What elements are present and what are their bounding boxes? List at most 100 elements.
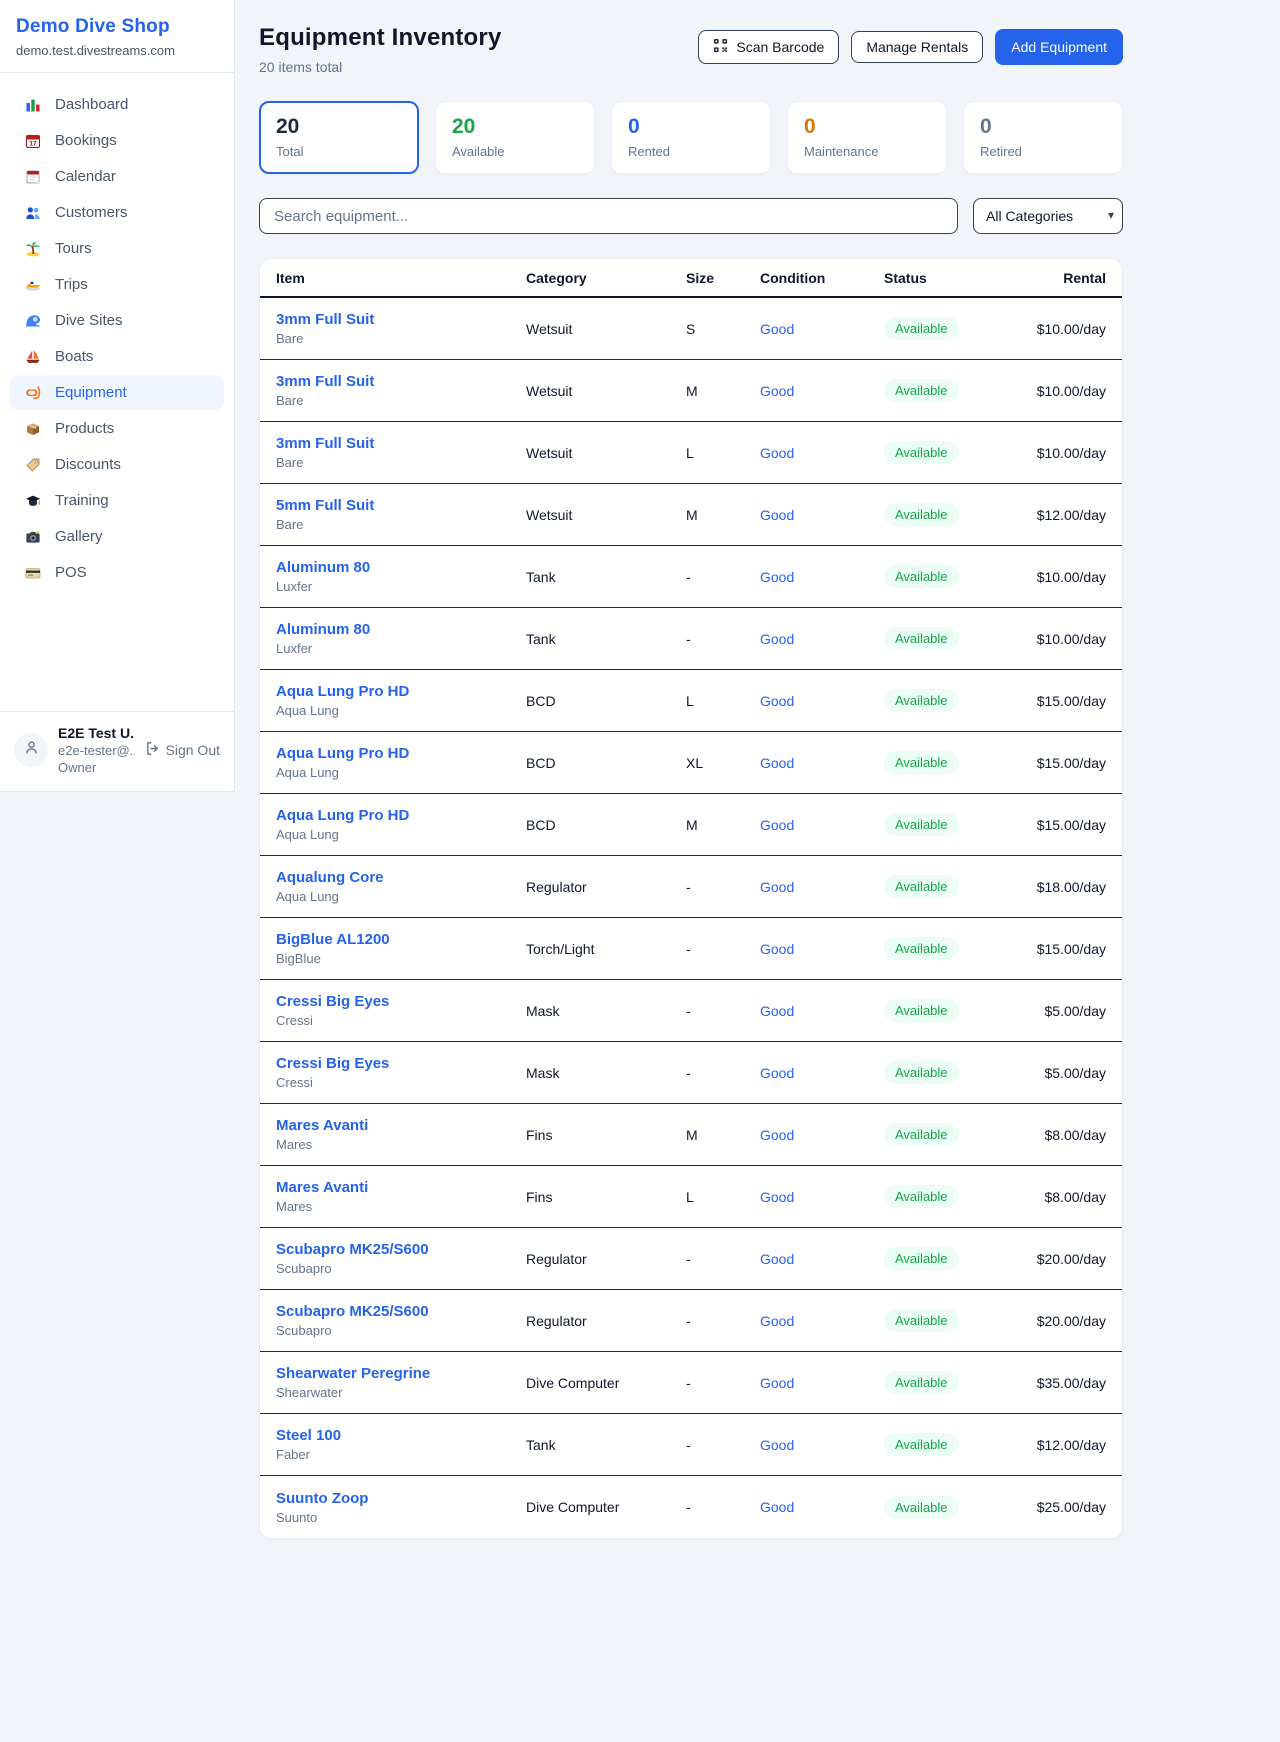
stat-card-available[interactable]: 20 Available <box>435 101 595 174</box>
sidebar-item-customers[interactable]: Customers <box>10 195 224 230</box>
brand-name[interactable]: Demo Dive Shop <box>16 16 218 38</box>
sidebar-item-tours[interactable]: Tours <box>10 231 224 266</box>
cell-rental: $12.00/day <box>1014 1437 1106 1453</box>
camera-icon <box>24 529 42 545</box>
add-equipment-button[interactable]: Add Equipment <box>995 29 1123 65</box>
item-link[interactable]: Steel 100 <box>276 1427 526 1444</box>
sailboat-icon <box>24 349 42 365</box>
sidebar-item-pos[interactable]: POS <box>10 555 224 590</box>
sidebar-item-gallery[interactable]: Gallery <box>10 519 224 554</box>
sidebar-item-discounts[interactable]: Discounts <box>10 447 224 482</box>
item-link[interactable]: Aqualung Core <box>276 869 526 886</box>
sidebar-item-dive-sites[interactable]: Dive Sites <box>10 303 224 338</box>
condition-link[interactable]: Good <box>760 1127 794 1143</box>
stat-label: Available <box>452 144 578 159</box>
condition-link[interactable]: Good <box>760 569 794 585</box>
cell-rental: $15.00/day <box>1014 755 1106 771</box>
table-row: Mares Avanti Mares Fins L Good Available… <box>260 1166 1122 1228</box>
item-link[interactable]: 3mm Full Suit <box>276 311 526 328</box>
tag-icon <box>24 457 42 473</box>
user-role: Owner <box>58 760 135 775</box>
condition-link[interactable]: Good <box>760 1437 794 1453</box>
item-link[interactable]: Scubapro MK25/S600 <box>276 1303 526 1320</box>
item-link[interactable]: Scubapro MK25/S600 <box>276 1241 526 1258</box>
item-link[interactable]: Aluminum 80 <box>276 621 526 638</box>
item-link[interactable]: Aqua Lung Pro HD <box>276 745 526 762</box>
table-row: Cressi Big Eyes Cressi Mask - Good Avail… <box>260 980 1122 1042</box>
manage-rentals-button[interactable]: Manage Rentals <box>851 31 983 63</box>
bar-chart-icon <box>24 97 42 113</box>
condition-link[interactable]: Good <box>760 1189 794 1205</box>
condition-link[interactable]: Good <box>760 383 794 399</box>
condition-link[interactable]: Good <box>760 1003 794 1019</box>
item-link[interactable]: Mares Avanti <box>276 1117 526 1134</box>
sidebar-item-calendar[interactable]: Calendar <box>10 159 224 194</box>
table-row: Cressi Big Eyes Cressi Mask - Good Avail… <box>260 1042 1122 1104</box>
sidebar-item-training[interactable]: Training <box>10 483 224 518</box>
sidebar-item-trips[interactable]: Trips <box>10 267 224 302</box>
cell-rental: $15.00/day <box>1014 817 1106 833</box>
cell-category: Tank <box>526 631 686 647</box>
item-link[interactable]: Aqua Lung Pro HD <box>276 683 526 700</box>
condition-link[interactable]: Good <box>760 1251 794 1267</box>
scan-barcode-label: Scan Barcode <box>736 39 824 55</box>
item-link[interactable]: Shearwater Peregrine <box>276 1365 526 1382</box>
item-brand: Scubapro <box>276 1323 526 1338</box>
status-badge: Available <box>884 441 959 464</box>
sidebar-item-dashboard[interactable]: Dashboard <box>10 87 224 122</box>
item-link[interactable]: 3mm Full Suit <box>276 435 526 452</box>
item-link[interactable]: BigBlue AL1200 <box>276 931 526 948</box>
sidebar-item-equipment[interactable]: Equipment <box>10 375 224 410</box>
brand-block: Demo Dive Shop demo.test.divestreams.com <box>0 0 234 73</box>
sidebar-item-label: Calendar <box>55 168 116 185</box>
condition-link[interactable]: Good <box>760 445 794 461</box>
table-body: 3mm Full Suit Bare Wetsuit S Good Availa… <box>260 298 1122 1538</box>
item-link[interactable]: Cressi Big Eyes <box>276 1055 526 1072</box>
dive-mask-icon <box>24 385 42 401</box>
header-actions: Scan Barcode Manage Rentals Add Equipmen… <box>698 29 1123 65</box>
cell-category: BCD <box>526 817 686 833</box>
stat-card-rented[interactable]: 0 Rented <box>611 101 771 174</box>
item-link[interactable]: 3mm Full Suit <box>276 373 526 390</box>
condition-link[interactable]: Good <box>760 817 794 833</box>
condition-link[interactable]: Good <box>760 941 794 957</box>
item-link[interactable]: 5mm Full Suit <box>276 497 526 514</box>
condition-link[interactable]: Good <box>760 879 794 895</box>
item-brand: Luxfer <box>276 641 526 656</box>
item-link[interactable]: Cressi Big Eyes <box>276 993 526 1010</box>
cell-category: Fins <box>526 1189 686 1205</box>
sign-out-button[interactable]: Sign Out <box>145 741 220 759</box>
cell-category: Mask <box>526 1003 686 1019</box>
condition-link[interactable]: Good <box>760 693 794 709</box>
item-link[interactable]: Aqua Lung Pro HD <box>276 807 526 824</box>
item-brand: Luxfer <box>276 579 526 594</box>
condition-link[interactable]: Good <box>760 631 794 647</box>
item-link[interactable]: Suunto Zoop <box>276 1490 526 1507</box>
condition-link[interactable]: Good <box>760 755 794 771</box>
condition-link[interactable]: Good <box>760 1313 794 1329</box>
item-link[interactable]: Mares Avanti <box>276 1179 526 1196</box>
sidebar-item-boats[interactable]: Boats <box>10 339 224 374</box>
condition-link[interactable]: Good <box>760 321 794 337</box>
package-icon <box>24 421 42 437</box>
search-input[interactable] <box>259 198 958 234</box>
category-select[interactable]: All Categories <box>973 198 1123 234</box>
status-badge: Available <box>884 627 959 650</box>
item-link[interactable]: Aluminum 80 <box>276 559 526 576</box>
condition-link[interactable]: Good <box>760 507 794 523</box>
sidebar-item-bookings[interactable]: 17 Bookings <box>10 123 224 158</box>
stat-card-retired[interactable]: 0 Retired <box>963 101 1123 174</box>
stat-card-total[interactable]: 20 Total <box>259 101 419 174</box>
sidebar-item-products[interactable]: Products <box>10 411 224 446</box>
status-badge: Available <box>884 689 959 712</box>
condition-link[interactable]: Good <box>760 1065 794 1081</box>
item-brand: Shearwater <box>276 1385 526 1400</box>
item-brand: Aqua Lung <box>276 827 526 842</box>
condition-link[interactable]: Good <box>760 1375 794 1391</box>
cell-rental: $12.00/day <box>1014 507 1106 523</box>
stat-card-maintenance[interactable]: 0 Maintenance <box>787 101 947 174</box>
status-badge: Available <box>884 813 959 836</box>
condition-link[interactable]: Good <box>760 1499 794 1515</box>
scan-barcode-button[interactable]: Scan Barcode <box>698 30 839 64</box>
item-brand: Mares <box>276 1199 526 1214</box>
